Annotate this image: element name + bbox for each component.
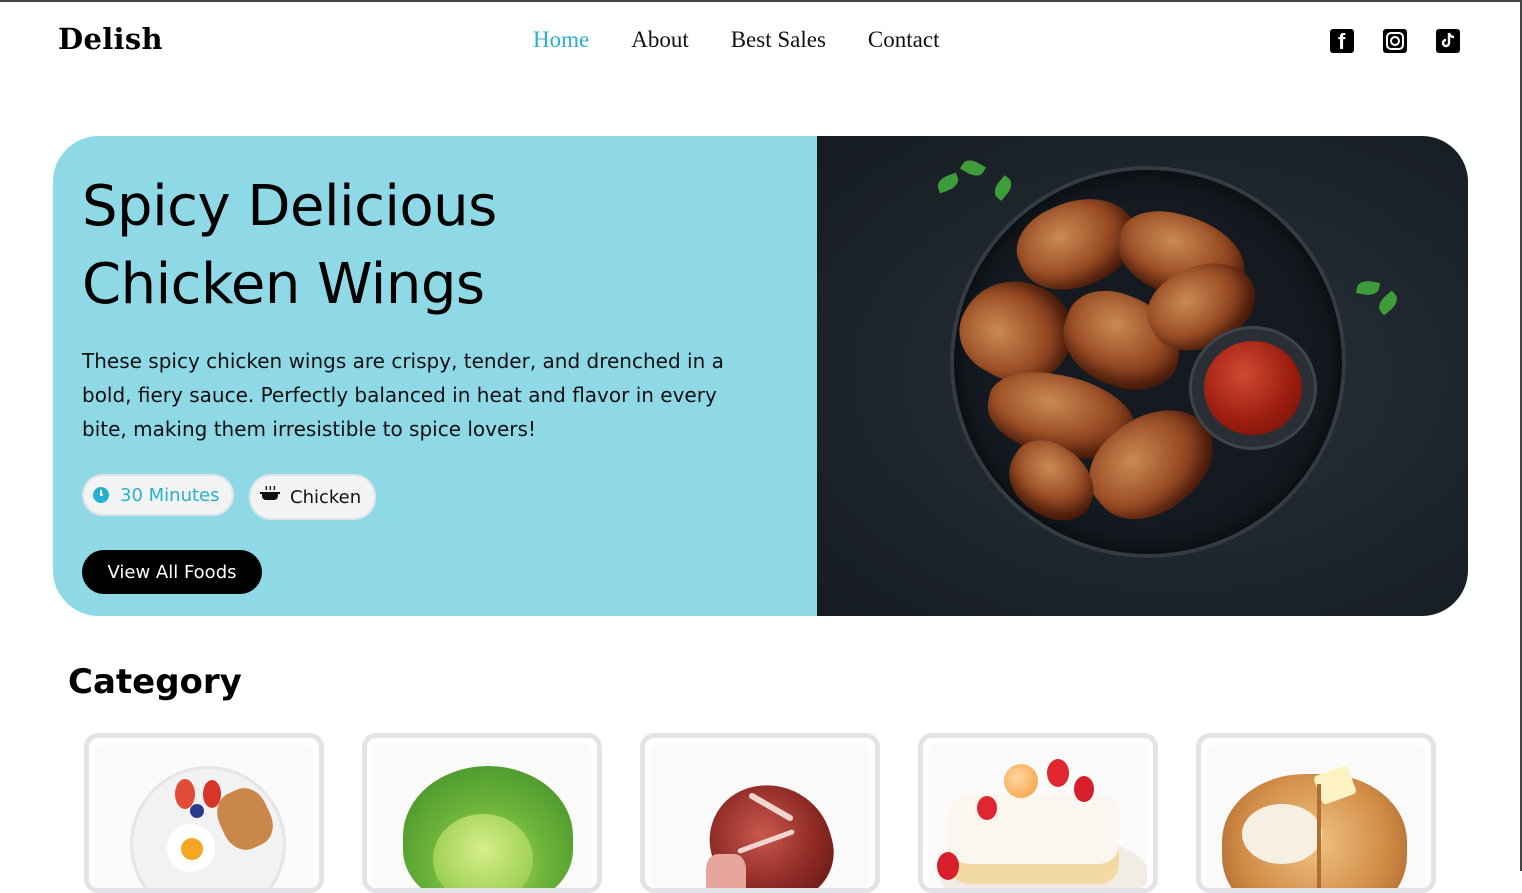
lettuce-photo	[373, 744, 591, 888]
main-menu: Home About Best Sales Contact	[533, 27, 981, 53]
chicken-wings-photo	[817, 136, 1468, 616]
hero-description: These spicy chicken wings are crispy, te…	[82, 349, 724, 441]
clock-icon	[93, 487, 109, 503]
cook-time-badge: 30 Minutes	[82, 474, 235, 516]
category-badge: Chicken	[249, 474, 377, 520]
category-card-bread[interactable]	[1196, 733, 1436, 893]
breakfast-plate-photo	[95, 744, 313, 888]
parsley-leaf	[935, 172, 961, 194]
dipping-sauce-bowl	[1192, 329, 1314, 447]
category-card-breakfast[interactable]	[84, 733, 324, 893]
parsley-leaf	[990, 175, 1016, 201]
parsley-leaf	[959, 156, 987, 180]
cooking-pot-icon	[260, 485, 280, 500]
hero-text-panel: Spicy Delicious Chicken Wings These spic…	[53, 136, 817, 616]
tiktok-icon[interactable]	[1436, 29, 1460, 53]
category-badge-label: Chicken	[290, 486, 362, 508]
category-heading: Category	[68, 662, 242, 702]
meat-photo	[651, 744, 869, 888]
parsley-leaf	[1355, 279, 1381, 297]
category-card-desserts[interactable]	[918, 733, 1158, 893]
nav-home-link[interactable]: Home	[533, 27, 589, 53]
social-links	[1330, 29, 1460, 54]
category-card-vegetables[interactable]	[362, 733, 602, 893]
category-card-meat[interactable]	[640, 733, 880, 893]
parsley-leaf	[1375, 290, 1401, 316]
facebook-icon[interactable]	[1330, 29, 1354, 54]
view-all-foods-button[interactable]: View All Foods	[82, 550, 262, 594]
nav-contact-link[interactable]: Contact	[868, 27, 940, 53]
nav-about-link[interactable]: About	[631, 27, 689, 53]
hero-title: Spicy Delicious Chicken Wings	[82, 174, 497, 317]
toast-photo	[1207, 744, 1425, 888]
hero-banner: Spicy Delicious Chicken Wings These spic…	[53, 136, 1468, 616]
cake-photo	[929, 744, 1147, 888]
cook-time-label: 30 Minutes	[120, 484, 220, 506]
instagram-icon[interactable]	[1383, 29, 1407, 53]
brand-logo[interactable]: Delish	[58, 22, 163, 56]
top-navbar: Delish Home About Best Sales Contact	[0, 2, 1520, 82]
nav-best-sales-link[interactable]: Best Sales	[731, 27, 826, 53]
